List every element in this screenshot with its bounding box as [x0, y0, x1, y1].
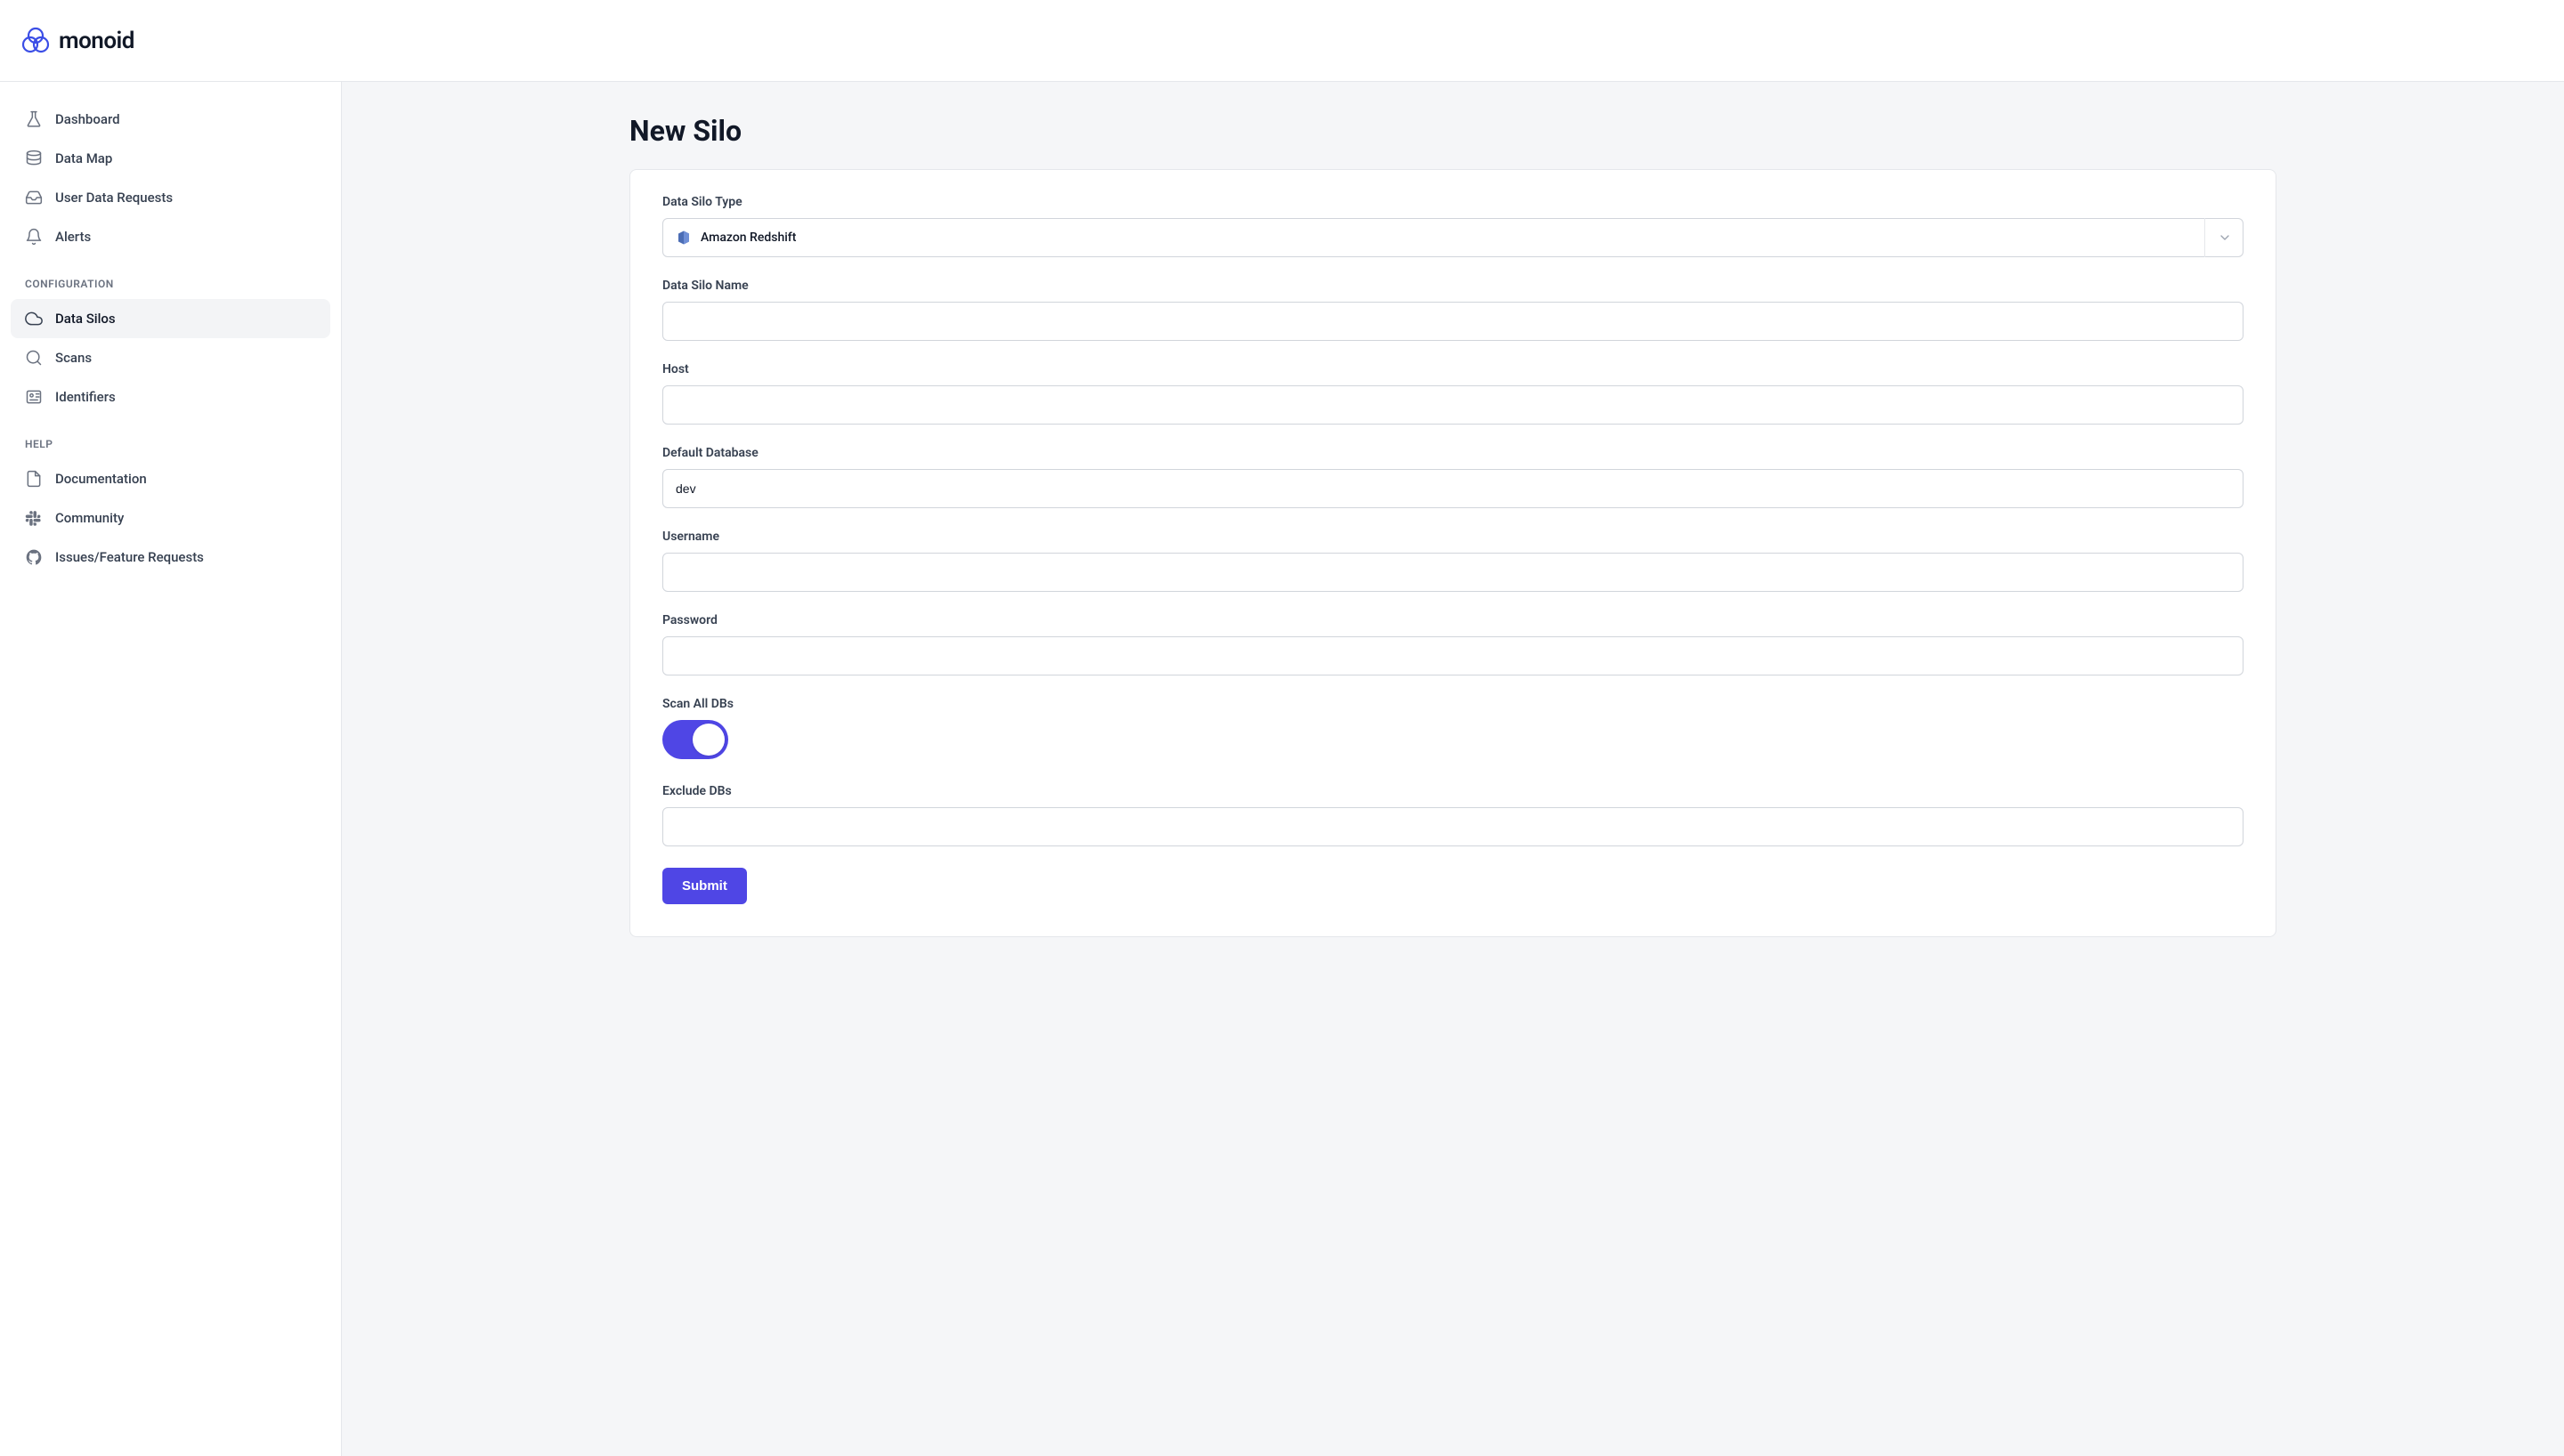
document-icon	[25, 470, 43, 488]
sidebar-item-label: Community	[55, 510, 124, 526]
scan-all-dbs-toggle[interactable]	[662, 720, 728, 759]
search-icon	[25, 349, 43, 367]
idcard-icon	[25, 388, 43, 406]
sidebar-item-label: Documentation	[55, 471, 147, 487]
slack-icon	[25, 509, 43, 527]
sidebar-item-data-map[interactable]: Data Map	[11, 139, 330, 178]
sidebar-item-alerts[interactable]: Alerts	[11, 217, 330, 256]
inbox-icon	[25, 189, 43, 206]
sidebar-item-dashboard[interactable]: Dashboard	[11, 100, 330, 139]
submit-button[interactable]: Submit	[662, 868, 747, 904]
sidebar-item-user-data-requests[interactable]: User Data Requests	[11, 178, 330, 217]
database-icon	[25, 150, 43, 167]
host-label: Host	[662, 362, 2244, 376]
sidebar-section-help: HELP	[11, 438, 330, 459]
sidebar: Dashboard Data Map User Data Requests	[0, 82, 342, 1456]
flask-icon	[25, 110, 43, 128]
page-title: New Silo	[629, 114, 2276, 148]
username-input[interactable]	[662, 553, 2244, 592]
bell-icon	[25, 228, 43, 246]
silo-type-selected: Amazon Redshift	[701, 231, 2230, 245]
brand-logo-icon	[21, 27, 50, 55]
redshift-icon	[676, 230, 692, 246]
sidebar-item-label: Alerts	[55, 229, 91, 245]
exclude-dbs-label: Exclude DBs	[662, 784, 2244, 798]
username-label: Username	[662, 530, 2244, 544]
toggle-knob	[693, 724, 725, 756]
sidebar-item-label: Issues/Feature Requests	[55, 549, 204, 565]
sidebar-item-label: User Data Requests	[55, 190, 173, 206]
silo-type-select[interactable]: Amazon Redshift	[662, 218, 2244, 257]
sidebar-item-community[interactable]: Community	[11, 498, 330, 538]
brand-logo[interactable]: monoid	[21, 27, 134, 55]
password-input[interactable]	[662, 636, 2244, 675]
default-database-label: Default Database	[662, 446, 2244, 460]
sidebar-item-label: Data Silos	[55, 311, 116, 327]
cloud-icon	[25, 310, 43, 328]
silo-name-input[interactable]	[662, 302, 2244, 341]
sidebar-item-label: Scans	[55, 350, 92, 366]
topbar: monoid	[0, 0, 2564, 82]
silo-type-label: Data Silo Type	[662, 195, 2244, 209]
sidebar-item-label: Data Map	[55, 150, 112, 166]
github-icon	[25, 548, 43, 566]
sidebar-item-issues[interactable]: Issues/Feature Requests	[11, 538, 330, 577]
default-database-input[interactable]	[662, 469, 2244, 508]
new-silo-form-card: Data Silo Type Amazon Redshift	[629, 169, 2276, 937]
scan-all-dbs-label: Scan All DBs	[662, 697, 2244, 711]
host-input[interactable]	[662, 385, 2244, 425]
sidebar-item-identifiers[interactable]: Identifiers	[11, 377, 330, 417]
sidebar-item-scans[interactable]: Scans	[11, 338, 330, 377]
sidebar-item-label: Dashboard	[55, 111, 120, 127]
brand-name: monoid	[59, 28, 134, 54]
exclude-dbs-input[interactable]	[662, 807, 2244, 846]
sidebar-section-configuration: CONFIGURATION	[11, 278, 330, 299]
sidebar-item-label: Identifiers	[55, 389, 116, 405]
sidebar-item-documentation[interactable]: Documentation	[11, 459, 330, 498]
sidebar-item-data-silos[interactable]: Data Silos	[11, 299, 330, 338]
silo-name-label: Data Silo Name	[662, 279, 2244, 293]
main-content: New Silo Data Silo Type Amazon Redshift	[342, 82, 2564, 1456]
password-label: Password	[662, 613, 2244, 627]
